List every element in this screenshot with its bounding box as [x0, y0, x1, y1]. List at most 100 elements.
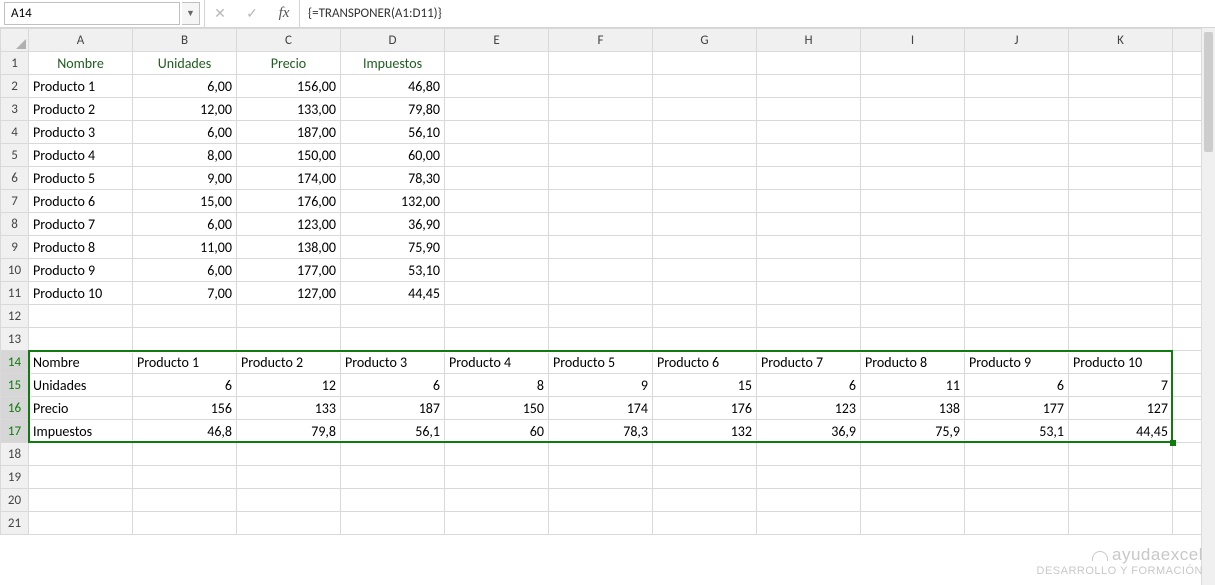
cell-B8[interactable]: 6,00 [133, 213, 237, 236]
row-header-17[interactable]: 17 [1, 420, 29, 443]
cell-C2[interactable]: 156,00 [237, 75, 341, 98]
cell-H20[interactable] [757, 489, 861, 512]
cell-D11[interactable]: 44,45 [341, 282, 445, 305]
cell-B6[interactable]: 9,00 [133, 167, 237, 190]
cell-E2[interactable] [445, 75, 549, 98]
cell-B2[interactable]: 6,00 [133, 75, 237, 98]
cell-J20[interactable] [965, 489, 1069, 512]
cell-A9[interactable]: Producto 8 [29, 236, 133, 259]
cell-D6[interactable]: 78,30 [341, 167, 445, 190]
cell-C6[interactable]: 174,00 [237, 167, 341, 190]
cell-I20[interactable] [861, 489, 965, 512]
cell-H12[interactable] [757, 305, 861, 328]
cell-D10[interactable]: 53,10 [341, 259, 445, 282]
cell-G13[interactable] [653, 328, 757, 351]
cell-H5[interactable] [757, 144, 861, 167]
cell-E19[interactable] [445, 466, 549, 489]
cell-K21[interactable] [1069, 512, 1173, 535]
cell-E6[interactable] [445, 167, 549, 190]
cell-H18[interactable] [757, 443, 861, 466]
cell-D17[interactable]: 56,1 [341, 420, 445, 443]
col-header-F[interactable]: F [549, 29, 653, 52]
row-header-19[interactable]: 19 [1, 466, 29, 489]
cell-K11[interactable] [1069, 282, 1173, 305]
cell-F10[interactable] [549, 259, 653, 282]
cell-D7[interactable]: 132,00 [341, 190, 445, 213]
cell-F20[interactable] [549, 489, 653, 512]
cell-C15[interactable]: 12 [237, 374, 341, 397]
cell-C20[interactable] [237, 489, 341, 512]
cell-C11[interactable]: 127,00 [237, 282, 341, 305]
cell-K3[interactable] [1069, 98, 1173, 121]
cell-D1[interactable]: Impuestos [341, 52, 445, 75]
cell-H8[interactable] [757, 213, 861, 236]
cell-K14[interactable]: Producto 10 [1069, 351, 1173, 374]
cell-J2[interactable] [965, 75, 1069, 98]
cell-G10[interactable] [653, 259, 757, 282]
cell-F6[interactable] [549, 167, 653, 190]
cell-D18[interactable] [341, 443, 445, 466]
cell-B9[interactable]: 11,00 [133, 236, 237, 259]
cell-I16[interactable]: 138 [861, 397, 965, 420]
cell-E12[interactable] [445, 305, 549, 328]
cell-C3[interactable]: 133,00 [237, 98, 341, 121]
cell-C19[interactable] [237, 466, 341, 489]
cell-J5[interactable] [965, 144, 1069, 167]
cell-I21[interactable] [861, 512, 965, 535]
cell-G5[interactable] [653, 144, 757, 167]
col-header-K[interactable]: K [1069, 29, 1173, 52]
cell-B16[interactable]: 156 [133, 397, 237, 420]
cell-E3[interactable] [445, 98, 549, 121]
enter-icon[interactable]: ✓ [243, 5, 261, 22]
cell-I12[interactable] [861, 305, 965, 328]
cell-J17[interactable]: 53,1 [965, 420, 1069, 443]
cell-F5[interactable] [549, 144, 653, 167]
cell-J7[interactable] [965, 190, 1069, 213]
cell-C14[interactable]: Producto 2 [237, 351, 341, 374]
cell-E8[interactable] [445, 213, 549, 236]
cell-B3[interactable]: 12,00 [133, 98, 237, 121]
col-header-E[interactable]: E [445, 29, 549, 52]
cell-J21[interactable] [965, 512, 1069, 535]
cell-E5[interactable] [445, 144, 549, 167]
cell-J8[interactable] [965, 213, 1069, 236]
scrollbar-thumb[interactable] [1204, 32, 1213, 152]
cell-C1[interactable]: Precio [237, 52, 341, 75]
cell-A10[interactable]: Producto 9 [29, 259, 133, 282]
row-header-16[interactable]: 16 [1, 397, 29, 420]
cell-G3[interactable] [653, 98, 757, 121]
cell-C13[interactable] [237, 328, 341, 351]
cell-E13[interactable] [445, 328, 549, 351]
cell-B13[interactable] [133, 328, 237, 351]
cell-B4[interactable]: 6,00 [133, 121, 237, 144]
row-header-13[interactable]: 13 [1, 328, 29, 351]
cell-I11[interactable] [861, 282, 965, 305]
cell-E15[interactable]: 8 [445, 374, 549, 397]
fx-icon[interactable]: fx [275, 5, 293, 22]
cell-K9[interactable] [1069, 236, 1173, 259]
cell-J19[interactable] [965, 466, 1069, 489]
cell-A2[interactable]: Producto 1 [29, 75, 133, 98]
cell-G2[interactable] [653, 75, 757, 98]
cell-G20[interactable] [653, 489, 757, 512]
cell-I1[interactable] [861, 52, 965, 75]
row-header-3[interactable]: 3 [1, 98, 29, 121]
row-header-10[interactable]: 10 [1, 259, 29, 282]
row-header-12[interactable]: 12 [1, 305, 29, 328]
cell-H1[interactable] [757, 52, 861, 75]
cell-H13[interactable] [757, 328, 861, 351]
cell-F4[interactable] [549, 121, 653, 144]
cell-K2[interactable] [1069, 75, 1173, 98]
cell-E18[interactable] [445, 443, 549, 466]
cell-E7[interactable] [445, 190, 549, 213]
name-box-dropdown[interactable]: ▼ [182, 2, 200, 25]
cell-B5[interactable]: 8,00 [133, 144, 237, 167]
cell-F1[interactable] [549, 52, 653, 75]
cell-A16[interactable]: Precio [29, 397, 133, 420]
cell-A3[interactable]: Producto 2 [29, 98, 133, 121]
cell-I13[interactable] [861, 328, 965, 351]
cell-C17[interactable]: 79,8 [237, 420, 341, 443]
cell-I19[interactable] [861, 466, 965, 489]
cell-H3[interactable] [757, 98, 861, 121]
row-header-8[interactable]: 8 [1, 213, 29, 236]
